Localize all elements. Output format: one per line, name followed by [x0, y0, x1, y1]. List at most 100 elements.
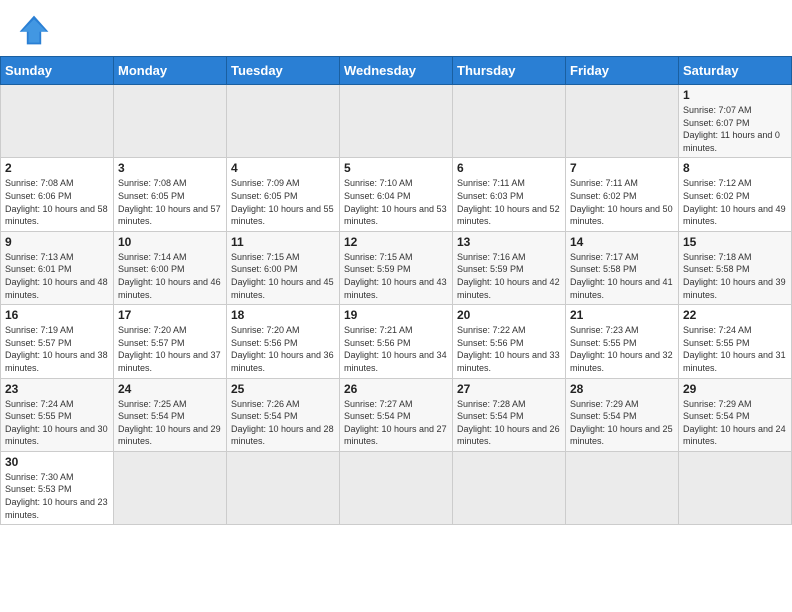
calendar-cell: 15 Sunrise: 7:18 AMSunset: 5:58 PMDayligh…: [679, 231, 792, 304]
calendar-cell: 29Sunrise: 7:29 AMSunset: 5:54 PMDayligh…: [679, 378, 792, 451]
calendar-cell: 18Sunrise: 7:20 AMSunset: 5:56 PMDayligh…: [227, 305, 340, 378]
calendar-cell: 17 Sunrise: 7:20 AMSunset: 5:57 PMDayligh…: [114, 305, 227, 378]
day-number: 4: [231, 161, 335, 175]
day-info: Sunrise: 7:10 AMSunset: 6:04 PMDaylight:…: [344, 177, 448, 227]
day-info: Sunrise: 7:27 AMSunset: 5:54 PMDaylight:…: [344, 398, 448, 448]
day-number: 20: [457, 308, 561, 322]
week-row-0: 1Sunrise: 7:07 AMSunset: 6:07 PMDaylight…: [1, 85, 792, 158]
calendar-cell: 24Sunrise: 7:25 AMSunset: 5:54 PMDayligh…: [114, 378, 227, 451]
calendar-cell: 23Sunrise: 7:24 AMSunset: 5:55 PMDayligh…: [1, 378, 114, 451]
calendar-cell: [679, 451, 792, 524]
day-info: Sunrise: 7:29 AMSunset: 5:54 PMDaylight:…: [683, 398, 787, 448]
day-number: 10: [118, 235, 222, 249]
day-number: 30: [5, 455, 109, 469]
day-number: 16: [5, 308, 109, 322]
day-info: Sunrise: 7:18 AMSunset: 5:58 PMDaylight:…: [683, 251, 787, 301]
day-number: 17: [118, 308, 222, 322]
day-number: 26: [344, 382, 448, 396]
day-info: Sunrise: 7:19 AMSunset: 5:57 PMDaylight:…: [5, 324, 109, 374]
calendar-cell: 12 Sunrise: 7:15 AMSunset: 5:59 PMDayligh…: [340, 231, 453, 304]
day-header-tuesday: Tuesday: [227, 57, 340, 85]
calendar-cell: 4 Sunrise: 7:09 AMSunset: 6:05 PMDaylight…: [227, 158, 340, 231]
day-info: Sunrise: 7:16 AMSunset: 5:59 PMDaylight:…: [457, 251, 561, 301]
day-info: Sunrise: 7:08 AMSunset: 6:05 PMDaylight:…: [118, 177, 222, 227]
calendar-cell: [566, 451, 679, 524]
day-number: 13: [457, 235, 561, 249]
day-number: 12: [344, 235, 448, 249]
day-number: 7: [570, 161, 674, 175]
calendar-cell: 7 Sunrise: 7:11 AMSunset: 6:02 PMDaylight…: [566, 158, 679, 231]
calendar-cell: 14 Sunrise: 7:17 AMSunset: 5:58 PMDayligh…: [566, 231, 679, 304]
day-number: 3: [118, 161, 222, 175]
day-info: Sunrise: 7:23 AMSunset: 5:55 PMDaylight:…: [570, 324, 674, 374]
calendar-cell: [453, 451, 566, 524]
week-row-1: 2 Sunrise: 7:08 AMSunset: 6:06 PMDaylight…: [1, 158, 792, 231]
day-info: Sunrise: 7:17 AMSunset: 5:58 PMDaylight:…: [570, 251, 674, 301]
day-header-thursday: Thursday: [453, 57, 566, 85]
calendar-cell: 20 Sunrise: 7:22 AMSunset: 5:56 PMDayligh…: [453, 305, 566, 378]
day-number: 6: [457, 161, 561, 175]
calendar-cell: 30 Sunrise: 7:30 AMSunset: 5:53 PMDayligh…: [1, 451, 114, 524]
day-info: Sunrise: 7:15 AMSunset: 6:00 PMDaylight:…: [231, 251, 335, 301]
day-number: 18: [231, 308, 335, 322]
day-info: Sunrise: 7:30 AMSunset: 5:53 PMDaylight:…: [5, 471, 109, 521]
day-number: 8: [683, 161, 787, 175]
calendar-cell: [114, 451, 227, 524]
calendar-cell: [340, 451, 453, 524]
calendar-cell: 2 Sunrise: 7:08 AMSunset: 6:06 PMDaylight…: [1, 158, 114, 231]
calendar-table: SundayMondayTuesdayWednesdayThursdayFrid…: [0, 56, 792, 525]
day-info: Sunrise: 7:07 AMSunset: 6:07 PMDaylight:…: [683, 104, 787, 154]
week-row-3: 16 Sunrise: 7:19 AMSunset: 5:57 PMDayligh…: [1, 305, 792, 378]
calendar-cell: [227, 85, 340, 158]
day-info: Sunrise: 7:09 AMSunset: 6:05 PMDaylight:…: [231, 177, 335, 227]
day-info: Sunrise: 7:24 AMSunset: 5:55 PMDaylight:…: [5, 398, 109, 448]
calendar-cell: 9Sunrise: 7:13 AMSunset: 6:01 PMDaylight…: [1, 231, 114, 304]
day-header-friday: Friday: [566, 57, 679, 85]
day-header-sunday: Sunday: [1, 57, 114, 85]
calendar-cell: 13 Sunrise: 7:16 AMSunset: 5:59 PMDayligh…: [453, 231, 566, 304]
day-info: Sunrise: 7:11 AMSunset: 6:03 PMDaylight:…: [457, 177, 561, 227]
calendar-cell: 5Sunrise: 7:10 AMSunset: 6:04 PMDaylight…: [340, 158, 453, 231]
calendar-cell: 19 Sunrise: 7:21 AMSunset: 5:56 PMDayligh…: [340, 305, 453, 378]
day-info: Sunrise: 7:22 AMSunset: 5:56 PMDaylight:…: [457, 324, 561, 374]
logo: [16, 12, 56, 48]
day-number: 22: [683, 308, 787, 322]
day-info: Sunrise: 7:29 AMSunset: 5:54 PMDaylight:…: [570, 398, 674, 448]
calendar-cell: [1, 85, 114, 158]
day-info: Sunrise: 7:08 AMSunset: 6:06 PMDaylight:…: [5, 177, 109, 227]
calendar-cell: 8 Sunrise: 7:12 AMSunset: 6:02 PMDaylight…: [679, 158, 792, 231]
day-info: Sunrise: 7:28 AMSunset: 5:54 PMDaylight:…: [457, 398, 561, 448]
calendar-cell: [453, 85, 566, 158]
day-info: Sunrise: 7:20 AMSunset: 5:57 PMDaylight:…: [118, 324, 222, 374]
day-info: Sunrise: 7:21 AMSunset: 5:56 PMDaylight:…: [344, 324, 448, 374]
day-number: 21: [570, 308, 674, 322]
day-info: Sunrise: 7:14 AMSunset: 6:00 PMDaylight:…: [118, 251, 222, 301]
week-row-4: 23Sunrise: 7:24 AMSunset: 5:55 PMDayligh…: [1, 378, 792, 451]
header: [0, 0, 792, 56]
day-number: 14: [570, 235, 674, 249]
day-info: Sunrise: 7:11 AMSunset: 6:02 PMDaylight:…: [570, 177, 674, 227]
calendar-cell: 22 Sunrise: 7:24 AMSunset: 5:55 PMDayligh…: [679, 305, 792, 378]
day-info: Sunrise: 7:15 AMSunset: 5:59 PMDaylight:…: [344, 251, 448, 301]
calendar-cell: 16 Sunrise: 7:19 AMSunset: 5:57 PMDayligh…: [1, 305, 114, 378]
calendar-cell: 21 Sunrise: 7:23 AMSunset: 5:55 PMDayligh…: [566, 305, 679, 378]
calendar-body: 1Sunrise: 7:07 AMSunset: 6:07 PMDaylight…: [1, 85, 792, 525]
day-number: 2: [5, 161, 109, 175]
week-row-5: 30 Sunrise: 7:30 AMSunset: 5:53 PMDayligh…: [1, 451, 792, 524]
day-number: 19: [344, 308, 448, 322]
day-info: Sunrise: 7:12 AMSunset: 6:02 PMDaylight:…: [683, 177, 787, 227]
day-info: Sunrise: 7:24 AMSunset: 5:55 PMDaylight:…: [683, 324, 787, 374]
calendar-header: SundayMondayTuesdayWednesdayThursdayFrid…: [1, 57, 792, 85]
logo-icon: [16, 12, 52, 48]
page: SundayMondayTuesdayWednesdayThursdayFrid…: [0, 0, 792, 612]
day-number: 15: [683, 235, 787, 249]
calendar-cell: [114, 85, 227, 158]
day-header-saturday: Saturday: [679, 57, 792, 85]
header-row: SundayMondayTuesdayWednesdayThursdayFrid…: [1, 57, 792, 85]
day-info: Sunrise: 7:26 AMSunset: 5:54 PMDaylight:…: [231, 398, 335, 448]
day-header-monday: Monday: [114, 57, 227, 85]
week-row-2: 9Sunrise: 7:13 AMSunset: 6:01 PMDaylight…: [1, 231, 792, 304]
calendar-cell: 3 Sunrise: 7:08 AMSunset: 6:05 PMDaylight…: [114, 158, 227, 231]
calendar-cell: 11Sunrise: 7:15 AMSunset: 6:00 PMDayligh…: [227, 231, 340, 304]
day-info: Sunrise: 7:13 AMSunset: 6:01 PMDaylight:…: [5, 251, 109, 301]
